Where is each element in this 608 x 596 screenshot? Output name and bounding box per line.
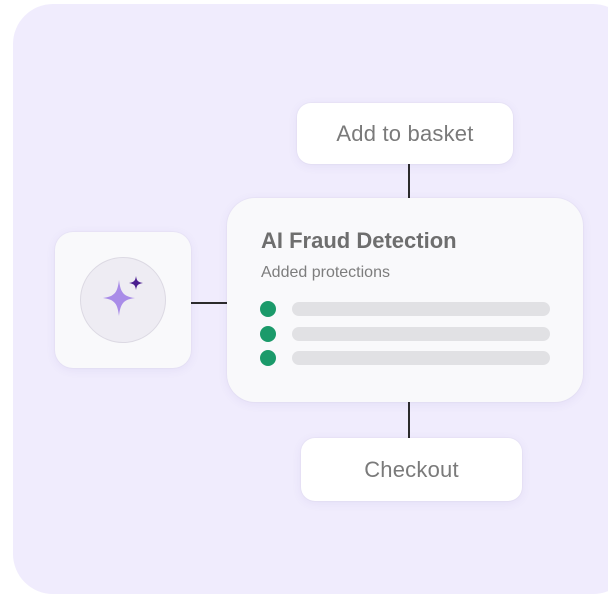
connector-detection-to-checkout [408, 402, 410, 438]
connector-basket-to-detection [408, 164, 410, 199]
protection-item [260, 301, 550, 317]
fraud-detection-subtitle: Added protections [261, 264, 390, 281]
sparkle-icon [103, 276, 143, 316]
protection-item [260, 326, 550, 342]
placeholder-bar [292, 351, 550, 365]
checkout-step: Checkout [301, 438, 522, 501]
status-dot-icon [260, 301, 276, 317]
add-to-basket-label: Add to basket [336, 120, 474, 146]
status-dot-icon [260, 326, 276, 342]
fraud-detection-title: AI Fraud Detection [261, 228, 457, 253]
fraud-detection-card: AI Fraud Detection Added protections [227, 198, 583, 402]
ai-icon-badge [80, 257, 166, 343]
add-to-basket-step: Add to basket [297, 103, 513, 164]
connector-ai-to-detection [191, 302, 227, 304]
status-dot-icon [260, 350, 276, 366]
checkout-label: Checkout [364, 456, 459, 482]
ai-icon-card [55, 232, 191, 368]
placeholder-bar [292, 302, 550, 316]
protection-item [260, 350, 550, 366]
placeholder-bar [292, 327, 550, 341]
